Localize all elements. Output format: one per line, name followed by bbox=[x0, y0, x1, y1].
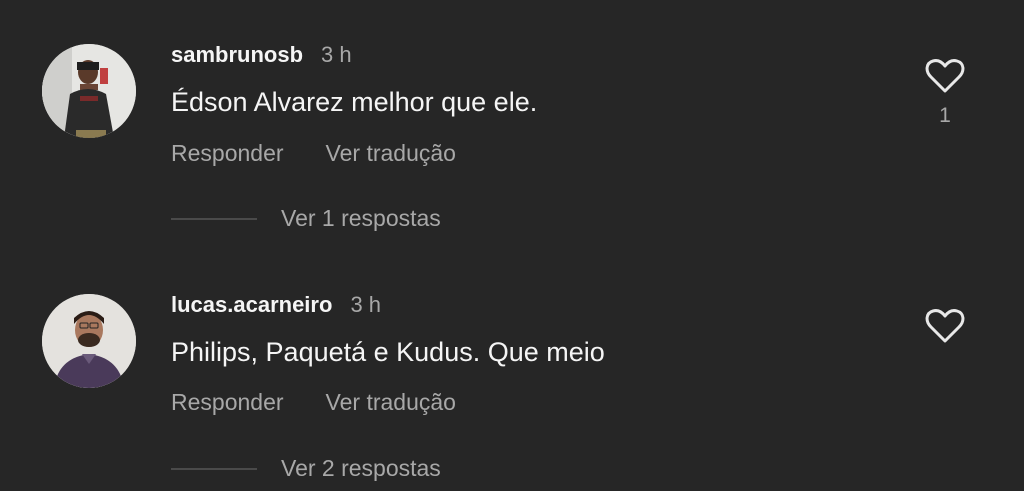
replies-divider bbox=[171, 467, 257, 470]
replies-divider bbox=[171, 217, 257, 220]
view-replies-button[interactable]: Ver 1 respostas bbox=[171, 205, 441, 232]
translate-button[interactable]: Ver tradução bbox=[326, 389, 456, 416]
comment-text: Philips, Paquetá e Kudus. Que meio bbox=[171, 337, 605, 367]
heart-icon[interactable] bbox=[925, 58, 965, 94]
username[interactable]: lucas.acarneiro bbox=[171, 292, 332, 318]
view-replies-label: Ver 2 respostas bbox=[281, 455, 441, 481]
like-count: 1 bbox=[939, 104, 951, 127]
comment-header: sambrunosb 3 h bbox=[171, 42, 352, 68]
translate-button[interactable]: Ver tradução bbox=[326, 140, 456, 167]
comment-actions: Responder Ver tradução bbox=[171, 140, 456, 167]
user-avatar-photo-icon bbox=[42, 294, 136, 388]
heart-icon[interactable] bbox=[925, 308, 965, 344]
like-control bbox=[921, 308, 969, 344]
avatar[interactable] bbox=[42, 294, 136, 388]
comment-actions: Responder Ver tradução bbox=[171, 389, 456, 416]
view-replies-label: Ver 1 respostas bbox=[281, 205, 441, 231]
comment-header: lucas.acarneiro 3 h bbox=[171, 292, 381, 318]
like-control: 1 bbox=[921, 58, 969, 128]
reply-button[interactable]: Responder bbox=[171, 389, 284, 416]
reply-button[interactable]: Responder bbox=[171, 140, 284, 167]
user-avatar-photo-icon bbox=[42, 44, 136, 138]
username[interactable]: sambrunosb bbox=[171, 42, 303, 68]
timestamp: 3 h bbox=[350, 292, 382, 317]
avatar[interactable] bbox=[42, 44, 136, 138]
timestamp: 3 h bbox=[321, 42, 352, 67]
view-replies-button[interactable]: Ver 2 respostas bbox=[171, 455, 441, 482]
comment-text: Édson Alvarez melhor que ele. bbox=[171, 87, 538, 117]
